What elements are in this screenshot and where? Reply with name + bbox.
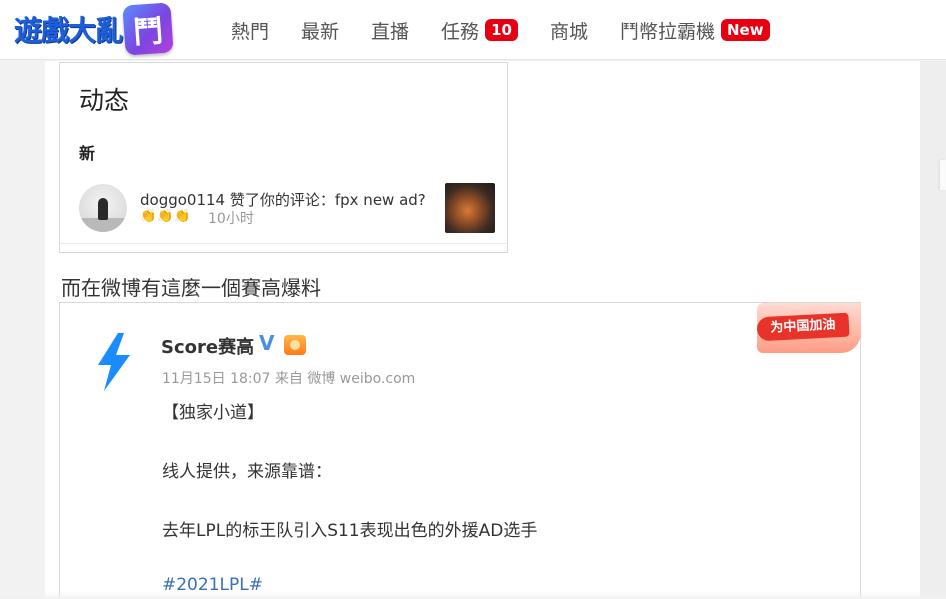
medal-icon: [284, 335, 306, 355]
weibo-post-screenshot: Score赛高 V 11月15日 18:07 来自 微博 weibo.com 【…: [59, 302, 861, 599]
avatar-figure: [98, 198, 108, 220]
nav-item-shop[interactable]: 商城: [550, 17, 588, 44]
new-badge: New: [720, 19, 770, 41]
nav-item-label: 任務: [441, 20, 480, 43]
site-header: 遊戲大亂 鬥 熱門 最新 直播 任務 10 商城 鬥幣拉霸機 New: [0, 0, 946, 60]
nav-item-label: 鬥幣拉霸機: [619, 20, 715, 43]
post-thumbnail: [445, 183, 495, 233]
weibo-text-line: 去年LPL的标王队引入S11表现出色的外援AD选手: [162, 521, 538, 541]
nav-item-live[interactable]: 直播: [371, 17, 409, 44]
nav-item-label: 商城: [549, 20, 588, 43]
clap-emojis: 👏👏👏: [140, 209, 192, 224]
nav-item-tasks[interactable]: 任務 10: [441, 17, 518, 44]
cheer-china-badge: 为中国加油: [756, 303, 861, 355]
avatar-ground: [79, 218, 127, 232]
nav-item-label: 直播: [371, 20, 410, 43]
avatar: [79, 184, 127, 232]
logo-text: 遊戲大亂: [14, 14, 123, 47]
notification-text: doggo0114 赞了你的评论：fpx new ad?: [140, 191, 426, 209]
weibo-author-name: Score赛高: [161, 337, 255, 358]
site-logo[interactable]: 遊戲大亂 鬥: [14, 2, 174, 56]
nav-item-hot[interactable]: 熱門: [231, 17, 269, 44]
verified-icon: V: [259, 331, 275, 355]
weibo-text-line: 【独家小道】: [162, 403, 264, 423]
screenshot-title: 动态: [79, 86, 130, 115]
lightning-bolt-icon: [98, 333, 130, 391]
side-tab: [940, 160, 946, 190]
nav-item-label: 最新: [301, 20, 340, 43]
bottom-fade: [0, 592, 946, 599]
weibo-post-meta: 11月15日 18:07 来自 微博 weibo.com: [162, 371, 416, 387]
divider: [60, 243, 507, 244]
badge-ribbon: 为中国加油: [756, 312, 850, 342]
page-margin: [920, 61, 946, 599]
nav-item-slot-machine[interactable]: 鬥幣拉霸機 New: [620, 17, 770, 44]
weibo-text-line: 线人提供，来源靠谱：: [162, 462, 332, 482]
notification-screenshot: 动态 新 doggo0114 赞了你的评论：fpx new ad? 👏👏👏 10…: [59, 62, 508, 253]
screenshot-section-new: 新: [79, 144, 96, 163]
nav-item-latest[interactable]: 最新: [301, 17, 339, 44]
article-paragraph: 而在微博有這麼一個賽高爆料: [61, 276, 321, 300]
notification-time: 10小时: [208, 211, 254, 227]
nav-item-label: 熱門: [231, 20, 270, 43]
logo-badge: 鬥: [122, 2, 174, 56]
tasks-count-badge: 10: [485, 19, 518, 41]
main-nav: 熱門 最新 直播 任務 10 商城 鬥幣拉霸機 New: [231, 14, 802, 46]
